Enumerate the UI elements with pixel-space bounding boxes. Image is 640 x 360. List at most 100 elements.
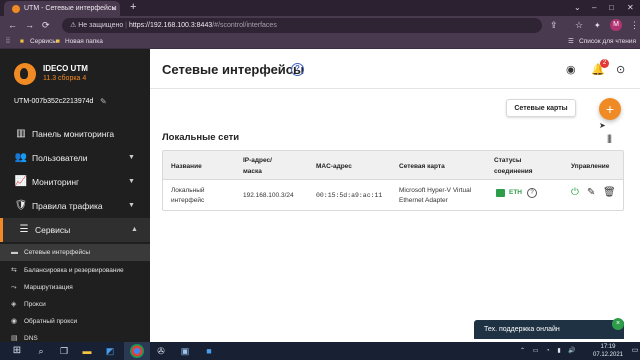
balance-icon: ⇆ — [11, 267, 17, 274]
sidebar-subitem-dns[interactable]: ▤ DNS — [0, 330, 150, 342]
app-icon[interactable]: ✇ — [154, 344, 168, 358]
tab-search-icon[interactable]: ⌄ — [574, 0, 581, 15]
store-icon[interactable]: ◩ — [103, 344, 117, 358]
sidebar-subitem-reverse-proxy[interactable]: ◉ Обратный прокси — [0, 313, 150, 330]
bookmark-new-folder[interactable]: Новая папка — [65, 35, 103, 48]
sidebar-subitem-label: DNS — [24, 335, 38, 342]
device-name: UTM-007b352c2213974d — [14, 98, 94, 105]
sidebar-subitem-network-interfaces[interactable]: ▬ Сетевые интерфейсы — [0, 244, 150, 261]
version-label: 11.3 сборка 4 — [43, 75, 87, 82]
url-host: https://192.168.100.3:8443 — [128, 22, 213, 29]
url-path: /#/scontrol/interfaces — [212, 22, 277, 29]
window-close-button[interactable]: ✕ — [627, 0, 634, 15]
favicon-icon — [12, 5, 20, 13]
sidebar-subitem-label: Балансировка и резервирование — [24, 267, 124, 274]
extensions-icon[interactable]: ✦ — [594, 16, 601, 35]
chart-icon: 📈 — [14, 176, 28, 187]
account-icon[interactable]: ⊙ — [616, 63, 625, 76]
col-adapter: Сетевая карта — [399, 163, 445, 170]
cell-adapter: Microsoft Hyper-V Virtual Ethernet Adapt… — [399, 187, 472, 204]
sidebar-item-services[interactable]: ☰ Сервисы ▲ — [0, 218, 150, 242]
sidebar-subitem-label: Прокси — [24, 301, 46, 308]
section-title: Локальные сети — [162, 132, 240, 143]
reload-button[interactable]: ⟳ — [42, 16, 50, 35]
search-icon[interactable]: ⌕ — [34, 344, 48, 358]
reverse-proxy-icon: ◉ — [11, 318, 18, 325]
minimize-button[interactable]: – — [592, 0, 596, 15]
restore-button[interactable]: □ — [609, 0, 614, 15]
sidebar-subitem-routing[interactable]: ⤳ Маршрутизация — [0, 279, 150, 296]
sidebar-item-monitoring[interactable]: 📈 Мониторинг ▼ — [0, 170, 150, 194]
ideco-logo-icon — [14, 63, 36, 85]
status-eth: ETH — [509, 189, 522, 196]
cell-name: Локальный интерфейс — [171, 187, 205, 204]
windows-start-icon[interactable]: ⊞ — [10, 344, 24, 358]
sidebar-item-label: Мониторинг — [32, 177, 80, 187]
edit-icon[interactable]: ✎ — [587, 187, 595, 198]
chevron-down-icon: ▼ — [128, 178, 135, 185]
file-explorer-icon[interactable]: ▬ — [80, 344, 94, 358]
shield-icon: 🛡 — [14, 200, 28, 211]
sidebar-subitem-balancing[interactable]: ⇆ Балансировка и резервирование — [0, 262, 150, 279]
main-content: Сетевые интерфейсы ? ◉ 🔔 2 ⊙ Сетевые кар… — [150, 49, 640, 342]
col-ip: IP-адрес/ маска — [243, 157, 272, 175]
notifications-icon[interactable]: ▭ — [628, 344, 640, 358]
power-icon[interactable]: ⏻ — [571, 187, 579, 198]
network-cards-button[interactable]: Сетевые карты — [506, 99, 576, 117]
bookmark-star-icon[interactable]: ☆ — [575, 16, 583, 35]
system-tray-icons[interactable]: ⌃ ▭ ◔ ▮ 🔊 — [520, 342, 579, 360]
sidebar-subitem-label: Маршрутизация — [24, 284, 73, 291]
remote-desktop-icon[interactable]: ▣ — [178, 344, 192, 358]
url-input[interactable]: ⚠ Не защищено | https://192.168.100.3:84… — [62, 18, 542, 33]
sidebar: IDECO UTM 11.3 сборка 4 UTM-007b352c2213… — [0, 49, 150, 342]
security-warning[interactable]: ⚠ Не защищено — [70, 22, 123, 29]
sidebar-subitem-proxy[interactable]: ◈ Прокси — [0, 296, 150, 313]
add-interface-button[interactable]: + — [599, 98, 621, 120]
reading-list[interactable]: Список для чтения — [579, 35, 636, 48]
delete-icon[interactable]: 🗑 — [603, 187, 616, 198]
help-icon[interactable]: ? — [291, 63, 304, 76]
folder-icon: ■ — [56, 38, 60, 45]
sidebar-item-label: Сервисы — [35, 225, 71, 235]
reading-list-icon[interactable]: ☰ — [568, 35, 574, 48]
sidebar-item-users[interactable]: 👥 Пользователи ▼ — [0, 146, 150, 170]
folder-icon: ■ — [20, 38, 24, 45]
bookmarks-bar: ⁞⁞ ■ Сервисы ■ Новая папка ☰ Список для … — [0, 35, 640, 49]
share-icon[interactable]: ⇪ — [550, 16, 558, 35]
support-close-icon[interactable]: × — [612, 318, 624, 330]
profile-avatar[interactable]: M — [610, 19, 622, 31]
notification-badge: 2 — [600, 59, 609, 68]
back-button[interactable]: ← — [8, 16, 17, 35]
status-help-icon[interactable]: ? — [527, 188, 537, 198]
col-name: Название — [171, 163, 202, 170]
sidebar-item-traffic-rules[interactable]: 🛡 Правила трафика ▼ — [0, 194, 150, 218]
brand-name: IDECO UTM — [43, 64, 88, 73]
col-mac: MAC-адрес — [316, 163, 352, 170]
bookmark-services[interactable]: Сервисы — [30, 35, 57, 48]
chrome-icon[interactable] — [130, 344, 144, 358]
edit-device-icon[interactable]: ✎ — [100, 97, 107, 106]
support-chat-button[interactable]: Тех. поддержка онлайн — [474, 320, 624, 339]
mouse-cursor-icon: ➤ — [599, 121, 606, 130]
sidebar-item-dashboard[interactable]: ▥ Панель мониторинга — [0, 122, 150, 146]
sidebar-item-label: Панель мониторинга — [32, 129, 115, 139]
col-status: Статусы соединения — [494, 157, 533, 175]
interfaces-table: Название IP-адрес/ маска MAC-адрес Сетев… — [162, 150, 624, 211]
columns-icon[interactable]: ||| — [607, 133, 612, 143]
app-icon[interactable]: ■ — [202, 344, 216, 358]
new-tab-button[interactable]: + — [130, 0, 136, 15]
browser-menu-icon[interactable]: ⋮ — [630, 16, 639, 35]
close-tab-icon[interactable]: × — [111, 1, 116, 16]
sidebar-subitem-label: Обратный прокси — [24, 318, 78, 325]
apps-icon[interactable]: ⁞⁞ — [6, 35, 10, 48]
proxy-icon: ◈ — [11, 301, 17, 308]
services-icon: ☰ — [19, 224, 29, 235]
task-view-icon[interactable]: ❐ — [57, 344, 71, 358]
browser-tab-active[interactable]: UTM - Сетевые интерфейсы × — [4, 1, 120, 16]
chevron-down-icon: ▼ — [128, 154, 135, 161]
taskbar-clock[interactable]: 17:19 07.12.2021 — [588, 343, 628, 359]
user-status-icon[interactable]: ◉ — [566, 63, 576, 76]
forward-button[interactable]: → — [25, 16, 34, 35]
tab-title: UTM - Сетевые интерфейсы — [24, 5, 117, 12]
chevron-down-icon: ▼ — [128, 202, 135, 209]
